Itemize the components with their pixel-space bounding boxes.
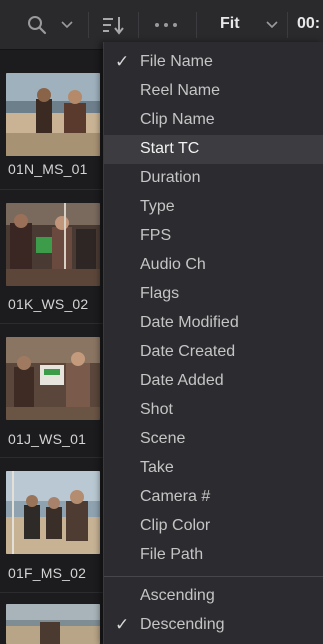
sort-field-item[interactable]: Flags	[104, 280, 323, 309]
sort-field-label: Camera #	[140, 488, 211, 505]
chevron-down-icon	[266, 21, 278, 29]
sort-field-label: Date Added	[140, 372, 224, 389]
sort-field-label: FPS	[140, 227, 172, 244]
checkmark-icon: ✓	[115, 615, 130, 634]
chevron-down-icon	[61, 21, 73, 29]
toolbar-divider	[138, 12, 139, 38]
sort-menu: ✓ File Name Reel Name Clip Name Start TC Dura…	[103, 42, 323, 644]
menu-separator	[104, 576, 323, 577]
sort-field-item[interactable]: Take	[104, 454, 323, 483]
sort-field-label: Scene	[140, 430, 186, 447]
clip-name: 01N_MS_01	[8, 161, 88, 177]
sort-field-label: Type	[140, 198, 175, 215]
sort-field-item[interactable]: Start TC	[104, 135, 323, 164]
search-options-dropdown[interactable]	[58, 0, 76, 50]
clip-name: 01K_WS_02	[8, 296, 89, 312]
sort-field-item[interactable]: Duration	[104, 164, 323, 193]
sort-field-item[interactable]: FPS	[104, 222, 323, 251]
sort-field-label: Take	[140, 459, 174, 476]
sort-field-item[interactable]: Date Created	[104, 338, 323, 367]
sort-field-item[interactable]: Scene	[104, 425, 323, 454]
sort-field-item[interactable]: Shot	[104, 396, 323, 425]
sort-field-label: Clip Name	[140, 111, 215, 128]
clip-divider	[0, 323, 103, 324]
toolbar-divider	[88, 12, 89, 38]
media-pool-thumbnails: 01N_MS_01 01K_WS_02 01J_WS_01 01F_MS_02	[0, 51, 103, 644]
clip-thumbnail[interactable]	[6, 471, 100, 554]
timecode-field[interactable]: 00:	[297, 15, 320, 33]
sort-field-label: Clip Color	[140, 517, 211, 534]
sort-field-label: Start TC	[140, 140, 200, 157]
sort-order-item[interactable]: Ascending	[104, 582, 323, 611]
sort-field-item[interactable]: Reel Name	[104, 77, 323, 106]
sort-field-item[interactable]: Clip Color	[104, 512, 323, 541]
sort-order-label: Ascending	[140, 587, 215, 604]
sort-order-label: Descending	[140, 616, 225, 633]
zoom-dropdown-value[interactable]: Fit	[220, 15, 240, 33]
sort-field-label: Shot	[140, 401, 173, 418]
search-icon	[28, 16, 47, 35]
toolbar-divider	[196, 12, 197, 38]
clip-name: 01J_WS_01	[8, 431, 87, 447]
sort-field-item[interactable]: Camera #	[104, 483, 323, 512]
sort-icon	[103, 17, 124, 35]
sort-field-label: Reel Name	[140, 82, 221, 99]
search-button[interactable]	[24, 0, 50, 50]
sort-field-item[interactable]: Date Added	[104, 367, 323, 396]
clip-thumbnail[interactable]	[6, 604, 100, 644]
sort-field-label: Flags	[140, 285, 180, 302]
more-options-icon	[155, 23, 177, 27]
clip-thumbnail[interactable]	[6, 337, 100, 420]
clip-divider	[0, 189, 103, 190]
checkmark-icon: ✓	[115, 52, 130, 71]
clip-name: 01F_MS_02	[8, 565, 87, 581]
sort-field-item[interactable]: ✓ File Name	[104, 48, 323, 77]
sort-field-item[interactable]: Audio Ch	[104, 251, 323, 280]
sort-order-item[interactable]: ✓ Descending	[104, 611, 323, 640]
clip-thumbnail[interactable]	[6, 203, 100, 286]
sort-field-label: File Name	[140, 53, 213, 70]
sort-field-item[interactable]: Type	[104, 193, 323, 222]
toolbar-divider	[287, 12, 288, 38]
sort-field-label: File Path	[140, 546, 204, 563]
sort-field-label: Date Modified	[140, 314, 239, 331]
clip-divider	[0, 457, 103, 458]
sort-field-label: Date Created	[140, 343, 236, 360]
sort-field-item[interactable]: File Path	[104, 541, 323, 570]
sort-field-item[interactable]: Date Modified	[104, 309, 323, 338]
clip-thumbnail[interactable]	[6, 73, 100, 156]
sort-field-label: Audio Ch	[140, 256, 206, 273]
sort-field-item[interactable]: Clip Name	[104, 106, 323, 135]
sort-field-label: Duration	[140, 169, 201, 186]
clip-divider	[0, 592, 103, 593]
